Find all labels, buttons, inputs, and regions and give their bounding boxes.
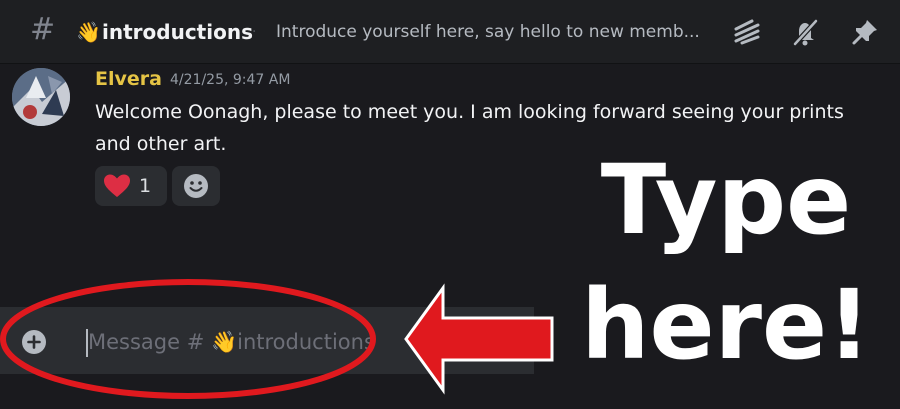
highlight-ellipse — [0, 279, 376, 399]
pointer-arrow — [404, 283, 554, 395]
annotation-type-text: Type — [600, 144, 852, 256]
annotation-here-text: here! — [581, 269, 871, 381]
